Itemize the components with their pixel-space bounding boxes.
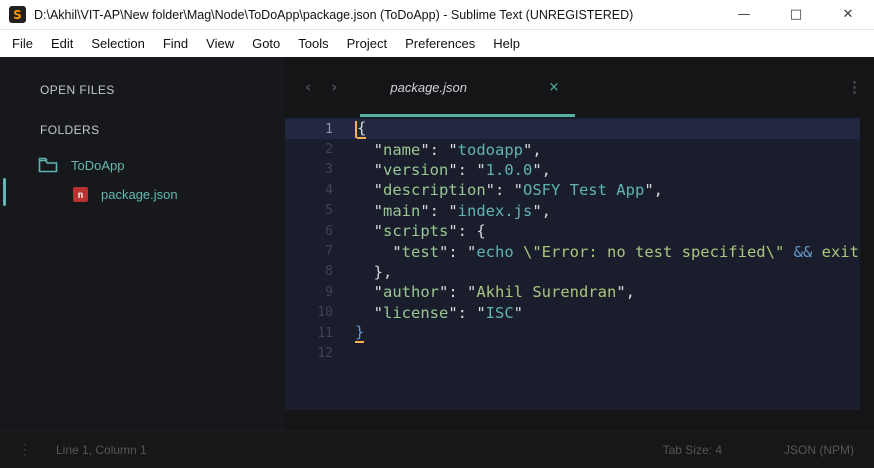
line-number: 6 [325, 223, 333, 239]
titlebar: S D:\Akhil\VIT-AP\New folder\Mag\Node\To… [0, 0, 874, 30]
code-line-9: 9 " author ": " Akhil Surendran ", [285, 282, 860, 302]
file-name: package.json [101, 187, 178, 202]
syntax-indicator[interactable]: JSON (NPM) [784, 443, 854, 457]
code-line-10: 10 " license ": " ISC " [285, 303, 860, 323]
line-number: 2 [325, 142, 333, 158]
code-line-5: 5 " main ": " index.js ", [285, 201, 860, 221]
line-number: 4 [325, 182, 333, 198]
tab-overflow-menu-icon[interactable]: ⋮ [847, 78, 862, 96]
tab-close-icon[interactable]: × [548, 80, 559, 95]
sidebar-folder-todoapp[interactable]: ToDoApp [38, 157, 285, 173]
menu-item-goto[interactable]: Goto [243, 36, 289, 51]
code-line-7: 7 " test ": " echo \"Error: no test specifi… [285, 241, 860, 261]
folders-section-header[interactable]: FOLDERS [40, 123, 285, 137]
tab-packagejson[interactable]: package.json × [360, 57, 576, 117]
menu-item-project[interactable]: Project [338, 36, 396, 51]
sidebar-scrollbar[interactable] [3, 178, 6, 206]
tab-label: package.json [390, 79, 467, 95]
close-button[interactable]: ✕ [822, 0, 874, 29]
line-number: 11 [317, 325, 333, 341]
menu-item-view[interactable]: View [197, 36, 243, 51]
tab-prev-icon[interactable]: ‹ [295, 78, 321, 96]
sublime-logo-icon: S [9, 6, 26, 23]
window-title: D:\Akhil\VIT-AP\New folder\Mag\Node\ToDo… [34, 7, 634, 22]
code-line-11: 11} [285, 323, 860, 344]
menu-item-file[interactable]: File [3, 36, 42, 51]
code-line-3: 3 " version ": " 1.0.0 ", [285, 160, 860, 180]
code-line-2: 2 " name ": " todoapp ", [285, 139, 860, 159]
code-area[interactable]: 1{2 " name ": " todoapp ", 3 " version ": " 1.0.… [285, 117, 860, 410]
line-number: 5 [325, 203, 333, 219]
menu-item-preferences[interactable]: Preferences [396, 36, 484, 51]
code-line-6: 6 " scripts ": { [285, 221, 860, 241]
main-area: OPEN FILES FOLDERS ToDoApp n package.jso… [0, 57, 874, 430]
code-line-8: 8 }, [285, 262, 860, 282]
sidebar: OPEN FILES FOLDERS ToDoApp n package.jso… [0, 57, 285, 430]
minimize-button[interactable]: — [718, 0, 770, 29]
menu-item-selection[interactable]: Selection [82, 36, 153, 51]
line-number: 9 [325, 284, 333, 300]
line-number: 7 [325, 244, 333, 260]
editor-content: ‹ › package.json × ⋮ 1{2 " name ": " todoap… [285, 57, 874, 430]
line-number: 3 [325, 162, 333, 178]
menu-item-edit[interactable]: Edit [42, 36, 82, 51]
sidebar-file-packagejson[interactable]: n package.json [73, 187, 285, 202]
menu-item-help[interactable]: Help [484, 36, 529, 51]
line-number: 8 [325, 264, 333, 280]
menu-item-tools[interactable]: Tools [289, 36, 337, 51]
line-number: 12 [317, 345, 333, 361]
folder-name: ToDoApp [71, 157, 125, 173]
code-line-12: 12 [285, 343, 860, 363]
tab-next-icon[interactable]: › [321, 78, 347, 96]
status-menu-icon[interactable]: ⋮ [18, 441, 32, 458]
tab-size-indicator[interactable]: Tab Size: 4 [663, 443, 722, 457]
status-bar: ⋮ Line 1, Column 1 Tab Size: 4 JSON (NPM… [0, 430, 874, 468]
menu-item-find[interactable]: Find [154, 36, 197, 51]
menubar: File Edit Selection Find View Goto Tools Projec… [0, 30, 874, 57]
code-line-4: 4 " description ": " OSFY Test App ", [285, 180, 860, 200]
npm-file-icon: n [73, 187, 88, 202]
maximize-button[interactable]: □ [770, 0, 822, 29]
folder-icon [38, 157, 58, 173]
window-controls: — □ ✕ [718, 0, 874, 29]
code-line-1: 1{ [285, 119, 860, 140]
open-files-section-header[interactable]: OPEN FILES [40, 83, 285, 97]
line-number: 10 [317, 305, 333, 321]
line-number: 1 [325, 121, 333, 137]
cursor-position: Line 1, Column 1 [56, 442, 147, 457]
tab-strip: ‹ › package.json × ⋮ [285, 57, 874, 117]
